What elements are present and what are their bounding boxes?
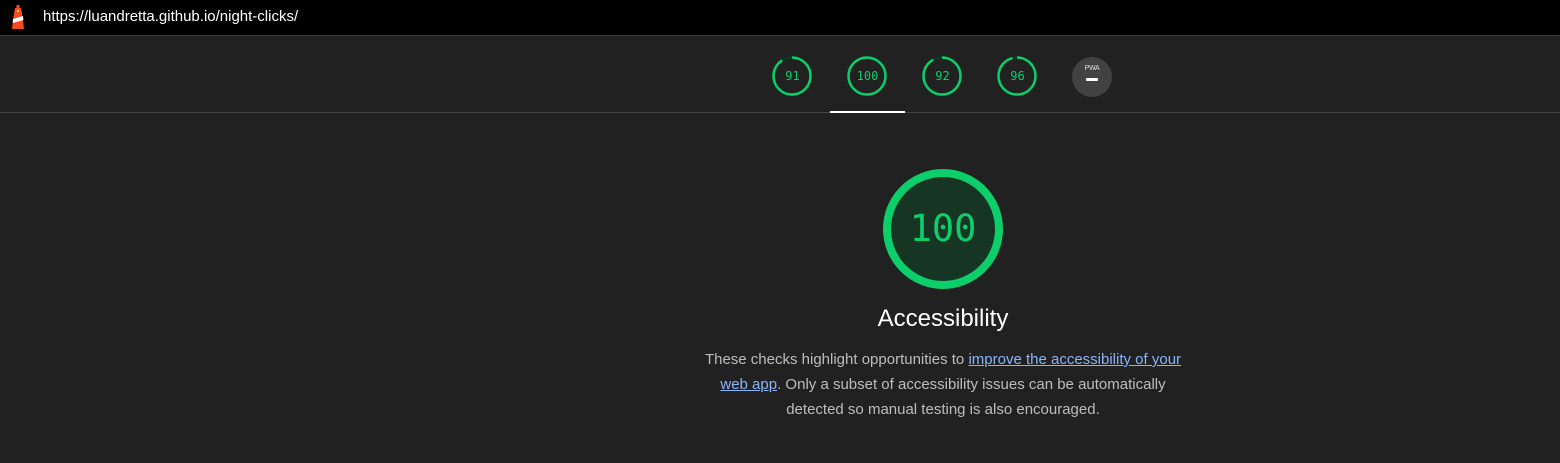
description-text-after: . Only a subset of accessibility issues … <box>777 376 1166 418</box>
pwa-dash-icon <box>1086 78 1098 81</box>
gauge-accessibility-score: 100 <box>856 69 879 83</box>
report-url[interactable]: https://luandretta.github.io/night-click… <box>43 8 298 25</box>
lighthouse-logo-icon <box>12 5 24 29</box>
gauge-pwa[interactable]: PWA <box>1055 36 1130 112</box>
report-topbar: https://luandretta.github.io/night-click… <box>0 0 1560 36</box>
score-gauges-bar: 91 100 92 96 PWA <box>0 36 1560 113</box>
gauge-performance-score: 91 <box>785 69 800 83</box>
pwa-label: PWA <box>1084 65 1100 72</box>
category-title: Accessibility <box>877 305 1009 332</box>
category-description: These checks highlight opportunities to … <box>693 347 1193 422</box>
accessibility-main-gauge: 100 <box>881 167 1005 291</box>
pwa-badge-icon: PWA <box>1072 57 1112 97</box>
gauge-seo-score: 96 <box>1010 69 1025 83</box>
gauge-best-practices[interactable]: 92 <box>905 36 980 112</box>
gauge-seo[interactable]: 96 <box>980 36 1055 112</box>
description-text-before: These checks highlight opportunities to <box>704 351 969 368</box>
gauge-accessibility[interactable]: 100 <box>830 36 905 113</box>
accessibility-score: 100 <box>909 207 977 250</box>
gauge-best-practices-score: 92 <box>935 69 950 83</box>
gauge-performance[interactable]: 91 <box>755 36 830 112</box>
